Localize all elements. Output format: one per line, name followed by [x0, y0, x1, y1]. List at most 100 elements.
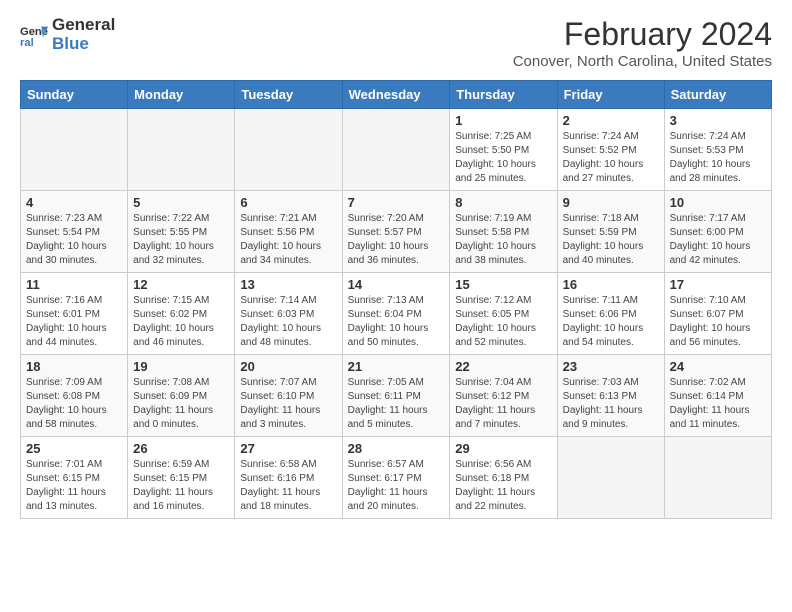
weekday-header: Sunday [21, 81, 128, 109]
calendar-cell: 3 Sunrise: 7:24 AM Sunset: 5:53 PM Daylig… [664, 109, 771, 191]
page-subtitle: Conover, North Carolina, United States [513, 53, 772, 70]
calendar-cell: 29Sunrise: 6:56 AM Sunset: 6:18 PM Dayli… [450, 437, 557, 519]
day-number: 11 [26, 277, 122, 292]
calendar-cell: 9Sunrise: 7:18 AM Sunset: 5:59 PM Daylig… [557, 191, 664, 273]
calendar-cell: 2 Sunrise: 7:24 AM Sunset: 5:52 PM Daylig… [557, 109, 664, 191]
calendar-cell: 21Sunrise: 7:05 AM Sunset: 6:11 PM Dayli… [342, 355, 450, 437]
day-number: 17 [670, 277, 766, 292]
day-number: 13 [240, 277, 336, 292]
calendar-cell [235, 109, 342, 191]
day-info: Sunrise: 7:22 AM Sunset: 5:55 PM Dayligh… [133, 212, 229, 268]
day-info: Sunrise: 7:16 AM Sunset: 6:01 PM Dayligh… [26, 294, 122, 350]
day-info: Sunrise: 7:03 AM Sunset: 6:13 PM Dayligh… [563, 376, 659, 432]
calendar-cell: 17 Sunrise: 7:10 AM Sunset: 6:07 PM Dayli… [664, 273, 771, 355]
calendar-cell: 14Sunrise: 7:13 AM Sunset: 6:04 PM Dayli… [342, 273, 450, 355]
calendar-cell [128, 109, 235, 191]
calendar-week-row: 25 Sunrise: 7:01 AM Sunset: 6:15 PM Dayli… [21, 437, 772, 519]
day-info: Sunrise: 6:58 AM Sunset: 6:16 PM Dayligh… [240, 458, 336, 514]
day-info: Sunrise: 7:17 AM Sunset: 6:00 PM Dayligh… [670, 212, 766, 268]
calendar-cell: 1 Sunrise: 7:25 AM Sunset: 5:50 PM Daylig… [450, 109, 557, 191]
logo-text-general: General [52, 16, 115, 35]
day-info: Sunrise: 7:24 AM Sunset: 5:53 PM Dayligh… [670, 130, 766, 186]
day-number: 3 [670, 113, 766, 128]
calendar-cell: 18 Sunrise: 7:09 AM Sunset: 6:08 PM Dayli… [21, 355, 128, 437]
calendar-cell [21, 109, 128, 191]
logo-text-blue: Blue [52, 35, 115, 54]
day-info: Sunrise: 6:59 AM Sunset: 6:15 PM Dayligh… [133, 458, 229, 514]
day-info: Sunrise: 7:09 AM Sunset: 6:08 PM Dayligh… [26, 376, 122, 432]
calendar-cell: 12 Sunrise: 7:15 AM Sunset: 6:02 PM Dayli… [128, 273, 235, 355]
day-number: 26 [133, 441, 229, 456]
day-number: 12 [133, 277, 229, 292]
calendar-cell: 25 Sunrise: 7:01 AM Sunset: 6:15 PM Dayli… [21, 437, 128, 519]
day-info: Sunrise: 7:25 AM Sunset: 5:50 PM Dayligh… [455, 130, 551, 186]
day-info: Sunrise: 6:57 AM Sunset: 6:17 PM Dayligh… [348, 458, 445, 514]
day-info: Sunrise: 7:01 AM Sunset: 6:15 PM Dayligh… [26, 458, 122, 514]
weekday-header: Wednesday [342, 81, 450, 109]
day-info: Sunrise: 7:21 AM Sunset: 5:56 PM Dayligh… [240, 212, 336, 268]
calendar-week-row: 18 Sunrise: 7:09 AM Sunset: 6:08 PM Dayli… [21, 355, 772, 437]
weekday-header: Thursday [450, 81, 557, 109]
day-info: Sunrise: 7:05 AM Sunset: 6:11 PM Dayligh… [348, 376, 445, 432]
calendar-cell: 7 Sunrise: 7:20 AM Sunset: 5:57 PM Daylig… [342, 191, 450, 273]
day-number: 1 [455, 113, 551, 128]
calendar-cell: 15Sunrise: 7:12 AM Sunset: 6:05 PM Dayli… [450, 273, 557, 355]
calendar-cell: 23 Sunrise: 7:03 AM Sunset: 6:13 PM Dayli… [557, 355, 664, 437]
calendar-cell: 20Sunrise: 7:07 AM Sunset: 6:10 PM Dayli… [235, 355, 342, 437]
day-info: Sunrise: 7:04 AM Sunset: 6:12 PM Dayligh… [455, 376, 551, 432]
day-number: 6 [240, 195, 336, 210]
day-number: 5 [133, 195, 229, 210]
day-info: Sunrise: 7:14 AM Sunset: 6:03 PM Dayligh… [240, 294, 336, 350]
calendar-cell: 16 Sunrise: 7:11 AM Sunset: 6:06 PM Dayli… [557, 273, 664, 355]
weekday-header: Saturday [664, 81, 771, 109]
calendar-cell: 6 Sunrise: 7:21 AM Sunset: 5:56 PM Daylig… [235, 191, 342, 273]
weekday-header: Monday [128, 81, 235, 109]
day-number: 16 [563, 277, 659, 292]
day-info: Sunrise: 7:15 AM Sunset: 6:02 PM Dayligh… [133, 294, 229, 350]
day-number: 4 [26, 195, 122, 210]
day-number: 27 [240, 441, 336, 456]
day-number: 23 [563, 359, 659, 374]
calendar-cell: 8 Sunrise: 7:19 AM Sunset: 5:58 PM Daylig… [450, 191, 557, 273]
day-number: 7 [348, 195, 445, 210]
day-number: 10 [670, 195, 766, 210]
day-info: Sunrise: 7:08 AM Sunset: 6:09 PM Dayligh… [133, 376, 229, 432]
day-info: Sunrise: 7:11 AM Sunset: 6:06 PM Dayligh… [563, 294, 659, 350]
svg-text:ral: ral [20, 37, 34, 49]
calendar-cell: 10 Sunrise: 7:17 AM Sunset: 6:00 PM Dayli… [664, 191, 771, 273]
header: Gene ral General Blue February 2024 Cono… [20, 16, 772, 70]
day-number: 22 [455, 359, 551, 374]
calendar-week-row: 11 Sunrise: 7:16 AM Sunset: 6:01 PM Dayli… [21, 273, 772, 355]
calendar-cell [342, 109, 450, 191]
calendar-cell: 27 Sunrise: 6:58 AM Sunset: 6:16 PM Dayli… [235, 437, 342, 519]
day-info: Sunrise: 7:20 AM Sunset: 5:57 PM Dayligh… [348, 212, 445, 268]
day-number: 25 [26, 441, 122, 456]
day-info: Sunrise: 7:18 AM Sunset: 5:59 PM Dayligh… [563, 212, 659, 268]
day-info: Sunrise: 7:10 AM Sunset: 6:07 PM Dayligh… [670, 294, 766, 350]
day-number: 2 [563, 113, 659, 128]
calendar-cell: 24Sunrise: 7:02 AM Sunset: 6:14 PM Dayli… [664, 355, 771, 437]
day-info: Sunrise: 7:13 AM Sunset: 6:04 PM Dayligh… [348, 294, 445, 350]
day-info: Sunrise: 7:19 AM Sunset: 5:58 PM Dayligh… [455, 212, 551, 268]
day-info: Sunrise: 7:02 AM Sunset: 6:14 PM Dayligh… [670, 376, 766, 432]
calendar-cell: 26 Sunrise: 6:59 AM Sunset: 6:15 PM Dayli… [128, 437, 235, 519]
calendar-cell: 11 Sunrise: 7:16 AM Sunset: 6:01 PM Dayli… [21, 273, 128, 355]
page-title: February 2024 [513, 16, 772, 53]
day-number: 18 [26, 359, 122, 374]
day-info: Sunrise: 7:24 AM Sunset: 5:52 PM Dayligh… [563, 130, 659, 186]
weekday-header: Friday [557, 81, 664, 109]
day-info: Sunrise: 6:56 AM Sunset: 6:18 PM Dayligh… [455, 458, 551, 514]
day-number: 19 [133, 359, 229, 374]
calendar-cell: 28 Sunrise: 6:57 AM Sunset: 6:17 PM Dayli… [342, 437, 450, 519]
weekday-header: Tuesday [235, 81, 342, 109]
day-number: 28 [348, 441, 445, 456]
day-number: 8 [455, 195, 551, 210]
day-info: Sunrise: 7:12 AM Sunset: 6:05 PM Dayligh… [455, 294, 551, 350]
calendar-cell: 5 Sunrise: 7:22 AM Sunset: 5:55 PM Daylig… [128, 191, 235, 273]
calendar-table: SundayMondayTuesdayWednesdayThursdayFrid… [20, 80, 772, 519]
calendar-week-row: 4 Sunrise: 7:23 AM Sunset: 5:54 PM Daylig… [21, 191, 772, 273]
logo: Gene ral General Blue [20, 16, 115, 53]
calendar-cell: 19 Sunrise: 7:08 AM Sunset: 6:09 PM Dayli… [128, 355, 235, 437]
calendar-cell: 22 Sunrise: 7:04 AM Sunset: 6:12 PM Dayli… [450, 355, 557, 437]
day-info: Sunrise: 7:23 AM Sunset: 5:54 PM Dayligh… [26, 212, 122, 268]
